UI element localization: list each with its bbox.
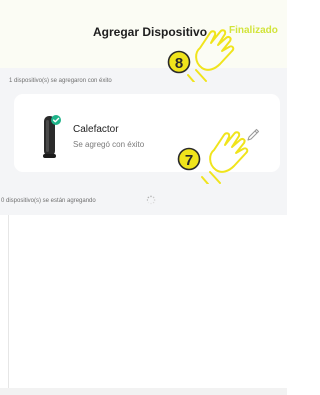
loading-spinner-icon <box>146 195 156 205</box>
annotation-7-number: 7 <box>185 152 193 169</box>
lower-background <box>0 215 287 395</box>
bottom-edge <box>0 388 287 395</box>
tower-heater-icon <box>43 115 61 158</box>
add-device-screen: Agregar Dispositivo Finalizado 1 disposi… <box>0 0 287 395</box>
added-summary: 1 dispositivo(s) se agregaron con éxito <box>9 78 112 84</box>
annotation-8-number: 8 <box>175 55 183 72</box>
device-name: Calefactor <box>73 124 119 135</box>
divider <box>8 215 9 390</box>
adding-summary: 0 dispositivo(s) se están agregando <box>1 198 96 204</box>
tap-annotation-8: 8 <box>167 29 235 82</box>
device-status: Se agregó con éxito <box>73 140 145 149</box>
tap-annotation-7: 7 <box>177 131 249 184</box>
